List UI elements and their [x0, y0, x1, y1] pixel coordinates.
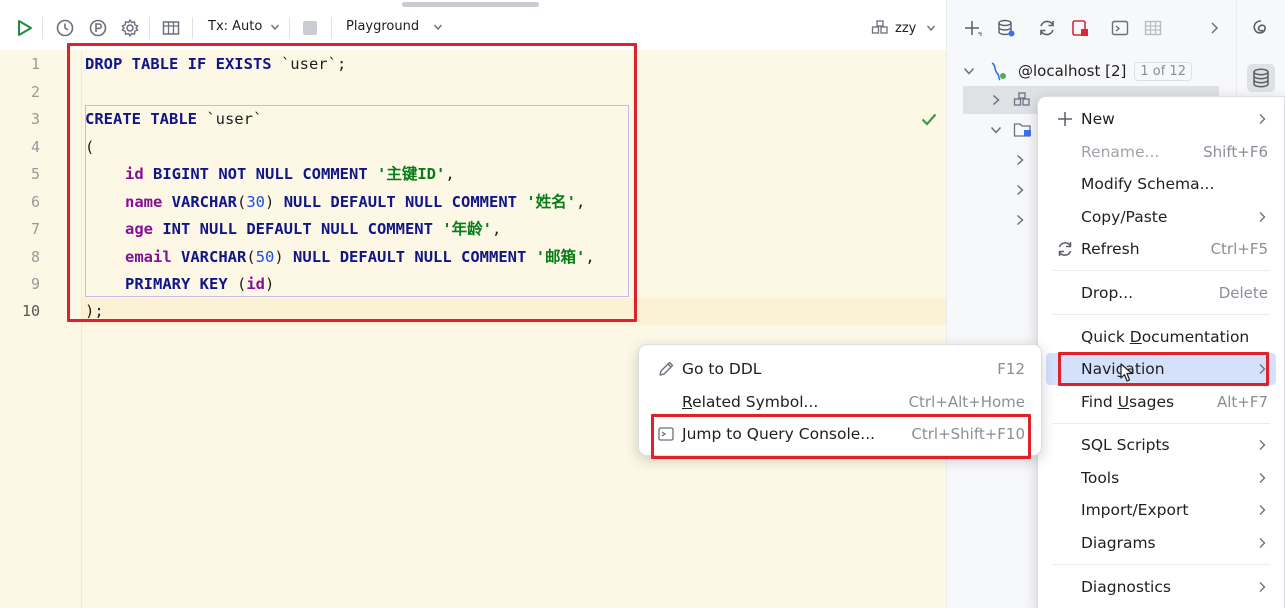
chevron-down-icon	[927, 25, 936, 32]
horizontal-scroll-thumb[interactable]	[402, 2, 539, 7]
settings-icon[interactable]	[119, 17, 141, 39]
menu-item-diagnostics[interactable]: Diagnostics	[1046, 571, 1276, 603]
cursor-icon	[1120, 363, 1133, 382]
playground-dropdown[interactable]: Playground	[346, 19, 443, 34]
tree-node-child-2[interactable]	[1013, 176, 1027, 204]
chevron-right-icon	[1259, 114, 1266, 124]
parameters-icon[interactable]	[87, 17, 109, 39]
history-icon[interactable]	[54, 17, 76, 39]
chevron-down-icon	[434, 24, 443, 30]
database-icon[interactable]	[1247, 64, 1275, 92]
line-number: 2	[30, 83, 40, 101]
schema-icon	[871, 20, 888, 34]
menu-item-tools[interactable]: Tools	[1046, 462, 1276, 494]
line-number: 1	[30, 55, 40, 73]
chevron-right-icon	[1016, 214, 1024, 226]
chevron-down-icon	[990, 126, 1002, 134]
menu-item-sql-scripts[interactable]: SQL Scripts	[1046, 429, 1276, 461]
console-icon[interactable]	[1108, 16, 1132, 40]
add-icon[interactable]	[961, 16, 985, 40]
datasource-icon[interactable]	[994, 16, 1018, 40]
line-number: 5	[30, 165, 40, 183]
plus-icon	[1058, 112, 1072, 126]
grid-icon[interactable]	[1141, 16, 1165, 40]
line-number: 4	[30, 138, 40, 156]
line-number: 7	[30, 220, 40, 238]
tree-node-child-3[interactable]	[1013, 206, 1027, 234]
refresh-menu-icon	[1058, 242, 1072, 256]
schema-tree-icon	[1013, 92, 1030, 106]
line-number: 8	[30, 248, 40, 266]
chevron-down-icon	[963, 67, 975, 75]
chevron-right-icon	[1259, 212, 1266, 222]
line-number: 9	[30, 275, 40, 293]
datasource-label: zzy	[895, 20, 917, 36]
tree-node-child-1[interactable]	[1013, 146, 1027, 174]
menu-item-copy-paste[interactable]: Copy/Paste	[1046, 201, 1276, 233]
menu-item-import-export[interactable]: Import/Export	[1046, 494, 1276, 526]
line-number: 10	[21, 302, 40, 320]
host-count-badge: 1 of 12	[1134, 61, 1192, 81]
playground-label: Playground	[346, 19, 420, 34]
chevron-right-icon	[992, 94, 1000, 106]
line-number: 6	[30, 193, 40, 211]
menu-item-rename[interactable]: Rename... Shift+F6	[1046, 136, 1276, 168]
chevron-right-icon	[1016, 154, 1024, 166]
tx-mode-label: Tx: Auto	[208, 19, 263, 34]
chevron-right-icon	[1259, 440, 1266, 450]
menu-item-find-usages[interactable]: Find Usages Alt+F7	[1046, 386, 1276, 418]
host-label: @localhost [2]	[1018, 62, 1127, 80]
checkmark-icon	[921, 113, 937, 126]
chevron-right-icon	[1259, 582, 1266, 592]
menu-separator	[1052, 423, 1270, 424]
menu-item-refresh[interactable]: Refresh Ctrl+F5	[1046, 233, 1276, 265]
annotation-highlight-jump	[651, 414, 1031, 459]
annotation-highlight-code	[67, 43, 637, 322]
annotation-highlight-navigation	[1058, 352, 1269, 386]
table-view-icon[interactable]	[160, 17, 182, 39]
ai-icon[interactable]	[1247, 15, 1275, 43]
menu-item-drop[interactable]: Drop... Delete	[1046, 277, 1276, 309]
tree-node-database[interactable]	[963, 116, 1043, 144]
menu-item-modify-schema[interactable]: Modify Schema...	[1046, 168, 1276, 200]
chevron-right-icon	[1016, 184, 1024, 196]
stop-icon[interactable]	[299, 17, 321, 39]
run-icon[interactable]	[13, 17, 35, 39]
menu-item-diagrams[interactable]: Diagrams	[1046, 527, 1276, 559]
line-number: 3	[30, 110, 40, 128]
chevron-down-icon	[271, 24, 280, 30]
menu-item-quick-documentation[interactable]: Quick Documentation	[1046, 321, 1276, 353]
host-icon	[991, 62, 1006, 81]
datasource-dropdown[interactable]: zzy	[871, 19, 936, 37]
tx-mode-dropdown[interactable]: Tx: Auto	[208, 19, 280, 34]
edit-icon	[659, 361, 674, 376]
menu-separator	[1052, 270, 1270, 271]
submenu-item-go-to-ddl[interactable]: Go to DDL F12	[647, 353, 1033, 385]
folder-icon	[1013, 123, 1031, 137]
chevron-right-icon	[1259, 538, 1266, 548]
chevron-right-icon	[1259, 473, 1266, 483]
jump-icon[interactable]	[1068, 16, 1092, 40]
tree-node-localhost[interactable]: @localhost [2] 1 of 12	[962, 57, 1232, 85]
menu-separator	[1052, 314, 1270, 315]
chevron-right-icon	[1259, 505, 1266, 515]
menu-separator	[1052, 564, 1270, 565]
more-icon[interactable]	[1202, 16, 1226, 40]
refresh-icon[interactable]	[1035, 16, 1059, 40]
menu-item-new[interactable]: New	[1046, 103, 1276, 135]
